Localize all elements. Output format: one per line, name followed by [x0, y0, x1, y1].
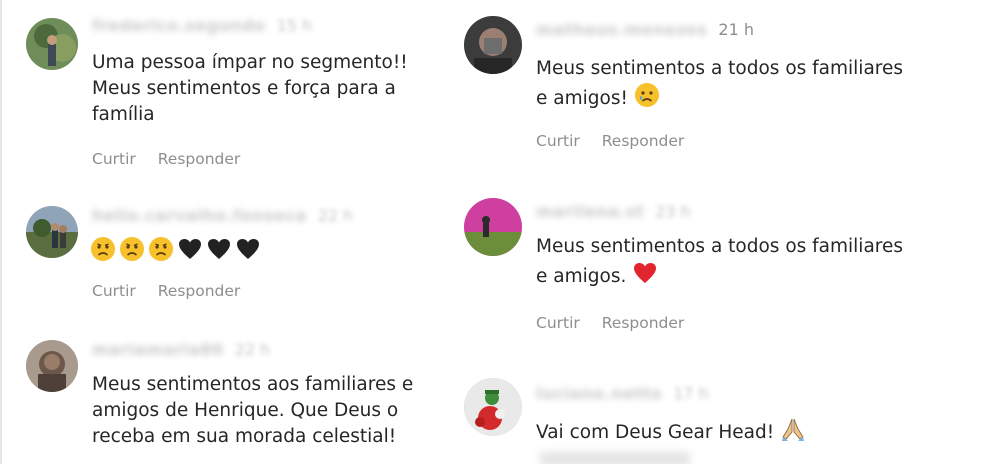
comment-emoji-row: [90, 236, 264, 270]
avatar[interactable]: [26, 206, 78, 258]
comment-text: Meus sentimentos a todos os familiares e…: [536, 56, 903, 116]
comment-line: Meus sentimentos a todos os familiares: [536, 58, 904, 79]
comment-line-text: Vai com Deus Gear Head!: [536, 422, 775, 443]
like-button[interactable]: Curtir: [92, 150, 136, 168]
timestamp: 15 h: [276, 16, 313, 35]
avatar[interactable]: [464, 378, 522, 436]
comment-text: Vai com Deus Gear Head!: [536, 416, 809, 450]
reply-button[interactable]: Responder: [158, 150, 241, 168]
avatar[interactable]: [26, 18, 78, 70]
comment-line: Meus sentimentos e força para a: [92, 78, 396, 99]
reply-button[interactable]: Responder: [158, 282, 241, 300]
username[interactable]: frederico.segundo: [92, 16, 266, 35]
reply-button[interactable]: Responder: [602, 314, 685, 332]
black-heart-icon: [235, 236, 261, 270]
comment-line-text: e amigos.: [536, 266, 627, 287]
comment-line: e amigos.: [536, 260, 903, 294]
comment-line: Uma pessoa ímpar no segmento!!: [92, 52, 408, 73]
crying-face-icon: [634, 82, 660, 116]
username[interactable]: marilena.st: [536, 202, 644, 221]
timestamp: 23 h: [655, 202, 691, 221]
timestamp: 22 h: [317, 206, 354, 225]
like-button[interactable]: Curtir: [536, 314, 580, 332]
avatar[interactable]: [464, 16, 522, 74]
comment-actions: Curtir Responder: [92, 150, 257, 168]
comment-line-text: e amigos!: [536, 88, 628, 109]
comment-meta: matheus.menezes 21 h: [536, 20, 754, 39]
timestamp: 17 h: [673, 384, 709, 403]
reply-button[interactable]: Responder: [602, 132, 685, 150]
left-edge-divider: [0, 0, 2, 464]
like-button[interactable]: Curtir: [92, 282, 136, 300]
comment-actions: Curtir Responder: [92, 282, 257, 300]
comment-meta: mariamaria80 22 h: [92, 340, 270, 359]
username[interactable]: helio.carvalho.fonseca: [92, 206, 307, 225]
comment-line: Vai com Deus Gear Head!: [536, 416, 809, 450]
cropped-content-blur: [540, 452, 690, 464]
folded-hands-icon: [780, 416, 806, 450]
comment-actions: Curtir Responder: [536, 132, 701, 150]
comment-meta: luciano.netto 17 h: [536, 384, 709, 403]
black-heart-icon: [206, 236, 232, 270]
username[interactable]: matheus.menezes: [536, 20, 707, 39]
comment-text: Uma pessoa ímpar no segmento!! Meus sent…: [92, 50, 408, 128]
sad-face-icon: [90, 236, 116, 270]
sad-face-icon: [119, 236, 145, 270]
username[interactable]: mariamaria80: [92, 340, 224, 359]
comment-line: família: [92, 104, 155, 125]
comment-text: Meus sentimentos a todos os familiares e…: [536, 234, 903, 294]
comment-line: e amigos!: [536, 82, 903, 116]
comment-meta: frederico.segundo 15 h: [92, 16, 312, 35]
timestamp: 21 h: [718, 20, 754, 39]
comment-line: Meus sentimentos aos familiares e: [92, 374, 414, 395]
comment-text: Meus sentimentos aos familiares e amigos…: [92, 372, 413, 450]
black-heart-icon: [177, 236, 203, 270]
timestamp: 22 h: [234, 340, 271, 359]
comment-line: amigos de Henrique. Que Deus o: [92, 400, 399, 421]
comment-line: Meus sentimentos a todos os familiares: [536, 236, 904, 257]
comment-actions: Curtir Responder: [536, 314, 701, 332]
red-heart-icon: [632, 260, 658, 294]
comment-meta: helio.carvalho.fonseca 22 h: [92, 206, 353, 225]
like-button[interactable]: Curtir: [536, 132, 580, 150]
sad-face-icon: [148, 236, 174, 270]
comment-meta: marilena.st 23 h: [536, 202, 691, 221]
avatar[interactable]: [26, 340, 78, 392]
comment-line: receba em sua morada celestial!: [92, 426, 397, 447]
username[interactable]: luciano.netto: [536, 384, 662, 403]
avatar[interactable]: [464, 198, 522, 256]
